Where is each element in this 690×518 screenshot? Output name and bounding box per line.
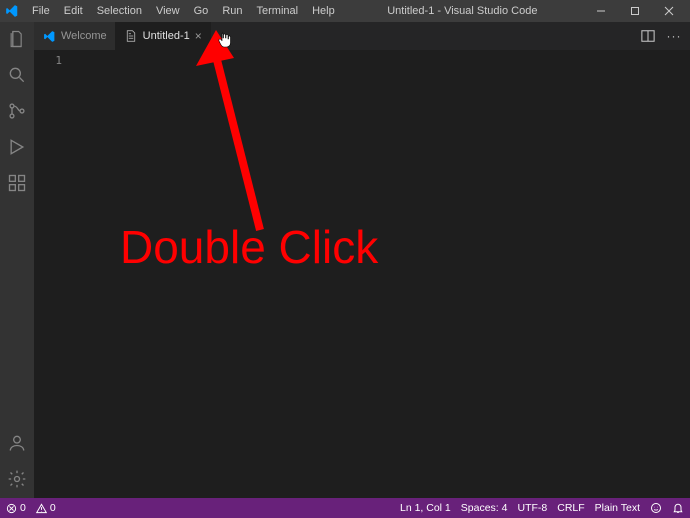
vscode-tab-icon (42, 29, 56, 43)
warning-count: 0 (50, 502, 56, 514)
status-bell-icon[interactable] (672, 502, 684, 514)
status-warnings[interactable]: 0 (36, 502, 56, 514)
window-controls (584, 0, 686, 22)
line-gutter: 1 (34, 50, 72, 498)
minimize-button[interactable] (584, 0, 618, 22)
close-button[interactable] (652, 0, 686, 22)
menu-edit[interactable]: Edit (58, 3, 89, 19)
status-lncol[interactable]: Ln 1, Col 1 (400, 502, 451, 514)
source-control-icon[interactable] (6, 100, 28, 122)
window-title: Untitled-1 - Visual Studio Code (341, 5, 584, 17)
status-eol[interactable]: CRLF (557, 502, 584, 514)
status-errors[interactable]: 0 (6, 502, 26, 514)
line-number: 1 (34, 54, 62, 67)
split-editor-icon[interactable] (640, 28, 656, 44)
menu-selection[interactable]: Selection (91, 3, 148, 19)
file-icon (124, 29, 138, 43)
menu-view[interactable]: View (150, 3, 186, 19)
status-lang[interactable]: Plain Text (595, 502, 640, 514)
search-icon[interactable] (6, 64, 28, 86)
more-actions-icon[interactable]: ··· (666, 28, 682, 44)
explorer-icon[interactable] (6, 28, 28, 50)
close-tab-icon[interactable]: × (195, 30, 202, 42)
tab-actions: ··· (640, 22, 690, 50)
menu-go[interactable]: Go (188, 3, 215, 19)
title-bar: File Edit Selection View Go Run Terminal… (0, 0, 690, 22)
editor[interactable]: 1 (34, 50, 690, 498)
maximize-button[interactable] (618, 0, 652, 22)
menu-help[interactable]: Help (306, 3, 341, 19)
extensions-icon[interactable] (6, 172, 28, 194)
status-spaces[interactable]: Spaces: 4 (461, 502, 508, 514)
status-bar: 0 0 Ln 1, Col 1 Spaces: 4 UTF-8 CRLF Pla… (0, 498, 690, 518)
tab-welcome[interactable]: Welcome (34, 22, 116, 50)
vscode-window: File Edit Selection View Go Run Terminal… (0, 0, 690, 518)
run-debug-icon[interactable] (6, 136, 28, 158)
status-encoding[interactable]: UTF-8 (517, 502, 547, 514)
menu-bar: File Edit Selection View Go Run Terminal… (26, 3, 341, 19)
tab-label: Untitled-1 (143, 30, 190, 42)
status-feedback-icon[interactable] (650, 502, 662, 514)
activity-bar (0, 22, 34, 498)
editor-area: Welcome Untitled-1 × ··· (34, 22, 690, 498)
menu-run[interactable]: Run (216, 3, 248, 19)
menu-file[interactable]: File (26, 3, 56, 19)
editor-surface[interactable] (72, 50, 690, 498)
vscode-logo-icon (4, 3, 20, 19)
tab-bar[interactable]: Welcome Untitled-1 × ··· (34, 22, 690, 50)
hand-cursor-icon (218, 32, 232, 51)
error-count: 0 (20, 502, 26, 514)
menu-terminal[interactable]: Terminal (251, 3, 305, 19)
workbench-body: Welcome Untitled-1 × ··· (0, 22, 690, 498)
accounts-icon[interactable] (6, 432, 28, 454)
tab-label: Welcome (61, 30, 107, 42)
tab-untitled-1[interactable]: Untitled-1 × (116, 22, 211, 50)
settings-gear-icon[interactable] (6, 468, 28, 490)
